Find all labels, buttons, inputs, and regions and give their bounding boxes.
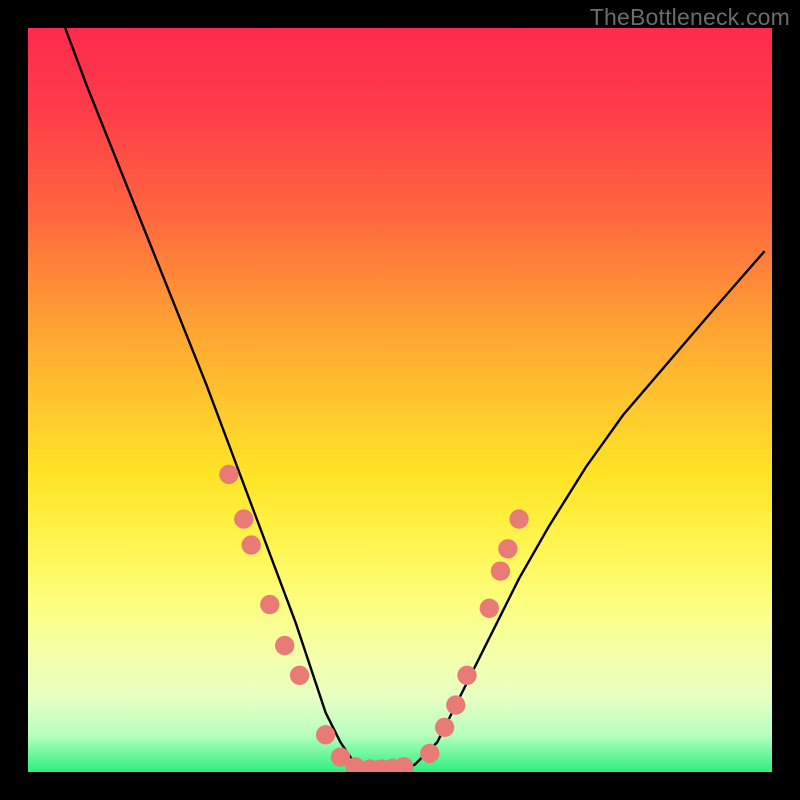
data-marker [234, 509, 253, 528]
marker-group [219, 465, 529, 772]
plot-area [28, 28, 772, 772]
data-marker [219, 465, 238, 484]
data-marker [491, 561, 510, 580]
data-marker [275, 636, 294, 655]
data-marker [498, 539, 517, 558]
data-marker [394, 757, 413, 772]
data-marker [420, 744, 439, 763]
data-marker [435, 718, 454, 737]
chart-frame: TheBottleneck.com [0, 0, 800, 800]
data-marker [260, 595, 279, 614]
data-marker [457, 666, 476, 685]
bottleneck-curve [65, 28, 764, 772]
data-marker [242, 535, 261, 554]
watermark-text: TheBottleneck.com [590, 4, 790, 31]
data-marker [290, 666, 309, 685]
chart-svg [28, 28, 772, 772]
data-marker [316, 725, 335, 744]
data-marker [480, 599, 499, 618]
data-marker [446, 695, 465, 714]
data-marker [509, 509, 528, 528]
